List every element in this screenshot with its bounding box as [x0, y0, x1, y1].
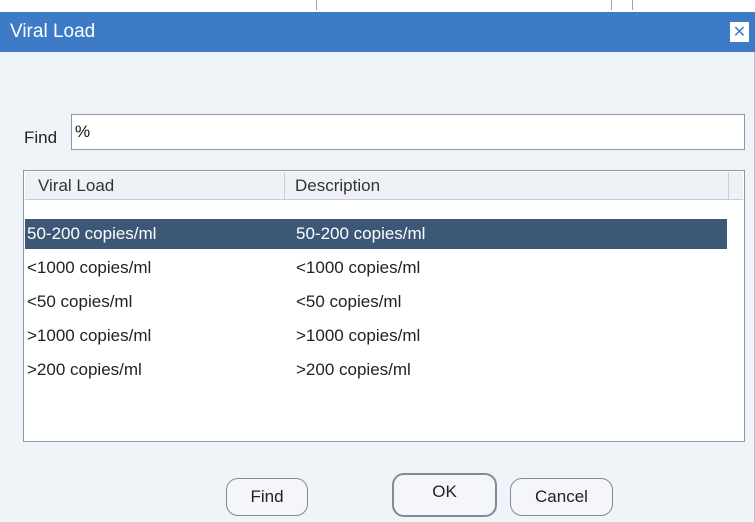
column-divider[interactable]: [728, 172, 729, 199]
list-row[interactable]: >200 copies/ml >200 copies/ml: [25, 355, 727, 385]
viral-load-cell: 50-200 copies/ml: [27, 224, 157, 243]
dialog-titlebar[interactable]: Viral Load ✕: [0, 12, 755, 52]
viral-load-cell: >200 copies/ml: [27, 360, 142, 379]
find-button-label: Find: [250, 487, 284, 506]
viral-load-cell: <50 copies/ml: [27, 292, 133, 311]
cancel-button[interactable]: Cancel: [510, 478, 613, 516]
column-divider[interactable]: [284, 172, 285, 199]
description-cell: <1000 copies/ml: [296, 258, 421, 277]
viral-load-cell: <1000 copies/ml: [27, 258, 152, 277]
column-header-description[interactable]: Description: [295, 172, 380, 199]
dialog-title: Viral Load: [10, 21, 96, 42]
find-input[interactable]: %: [71, 114, 745, 150]
ok-button[interactable]: OK: [392, 473, 497, 517]
cancel-button-label: Cancel: [535, 487, 588, 506]
background-divider: [611, 0, 612, 10]
background-divider: [632, 0, 633, 10]
ok-button-label: OK: [432, 482, 457, 501]
description-cell: >1000 copies/ml: [296, 326, 421, 345]
close-icon[interactable]: ✕: [730, 22, 749, 42]
list-header: Viral Load Description: [25, 172, 743, 200]
results-list: Viral Load Description 50-200 copies/ml …: [23, 170, 745, 442]
description-cell: 50-200 copies/ml: [296, 224, 426, 243]
viral-load-dialog: Viral Load ✕ Find % Viral Load Descripti…: [0, 12, 755, 522]
column-header-viral-load[interactable]: Viral Load: [38, 172, 114, 199]
description-cell: >200 copies/ml: [296, 360, 411, 379]
list-row[interactable]: >1000 copies/ml >1000 copies/ml: [25, 321, 727, 351]
find-label: Find: [24, 128, 58, 147]
list-row[interactable]: <50 copies/ml <50 copies/ml: [25, 287, 727, 317]
list-row[interactable]: 50-200 copies/ml 50-200 copies/ml: [25, 219, 727, 249]
description-cell: <50 copies/ml: [296, 292, 402, 311]
list-row[interactable]: <1000 copies/ml <1000 copies/ml: [25, 253, 727, 283]
background-window-strip: [0, 0, 755, 12]
viral-load-cell: >1000 copies/ml: [27, 326, 152, 345]
background-divider: [316, 0, 317, 10]
find-button[interactable]: Find: [226, 478, 308, 516]
